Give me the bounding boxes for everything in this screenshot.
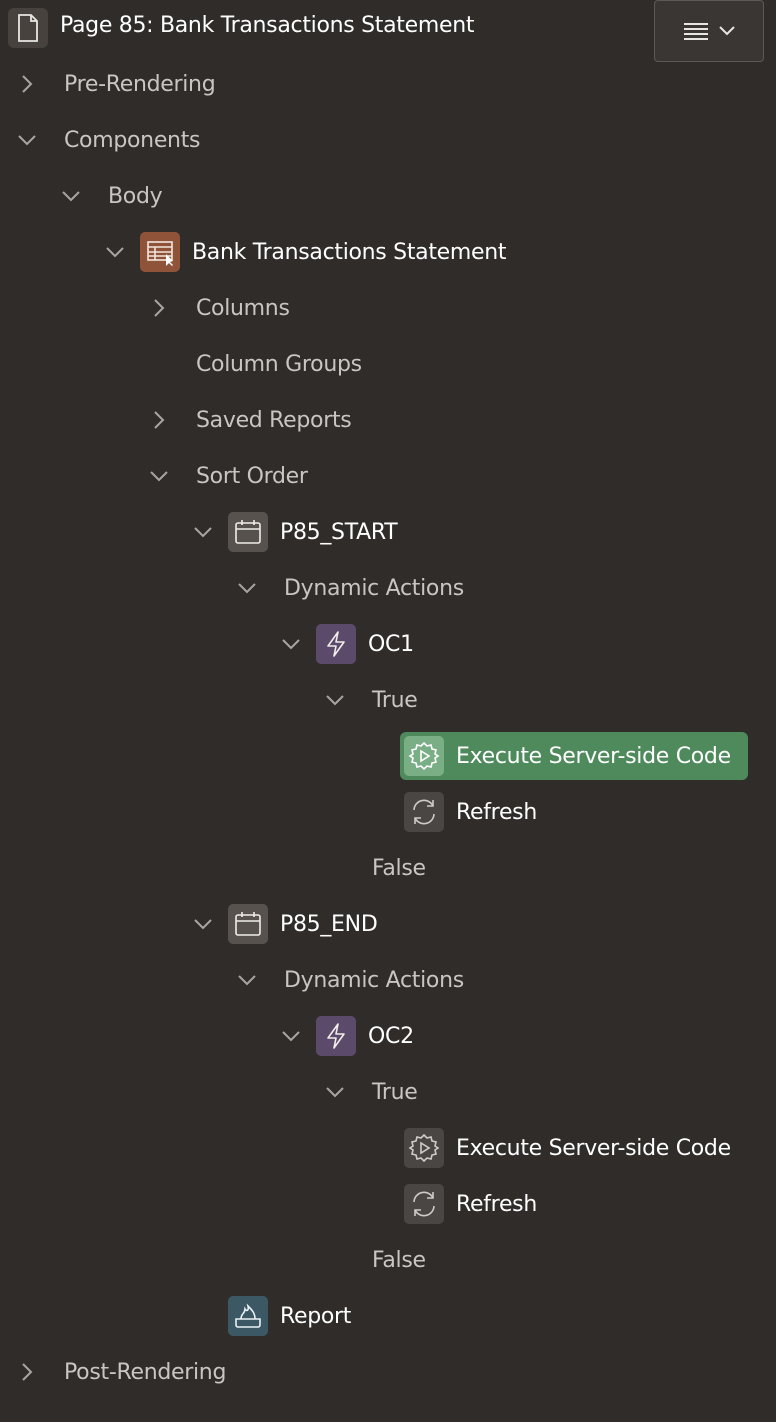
chevron-down-icon[interactable] (149, 466, 169, 486)
tree-node-false[interactable]: False (372, 1236, 426, 1284)
gear-play-icon (404, 736, 444, 776)
lightning-icon (316, 624, 356, 664)
chevron-down-icon[interactable] (193, 914, 213, 934)
chevron-down-icon[interactable] (325, 1082, 345, 1102)
tree-node-label: Column Groups (196, 351, 362, 377)
tree-node-label: Sort Order (196, 463, 308, 489)
tree-node-label: Saved Reports (196, 407, 352, 433)
tree-node-post-rendering[interactable]: Post-Rendering (64, 1348, 226, 1396)
tree-node-saved-reports[interactable]: Saved Reports (196, 396, 352, 444)
interactive-report-icon (140, 232, 180, 272)
tree-node-action-refresh[interactable]: Refresh (456, 1180, 537, 1228)
tree-node-label: Pre-Rendering (64, 71, 216, 97)
chevron-down-icon[interactable] (17, 130, 37, 150)
tree-node-true[interactable]: True (372, 676, 418, 724)
chevron-right-icon[interactable] (149, 298, 169, 318)
tree-node-label: Execute Server-side Code (456, 1135, 731, 1161)
tree-node-sort-order[interactable]: Sort Order (196, 452, 308, 500)
page-icon (8, 8, 48, 48)
gear-play-icon (404, 1128, 444, 1168)
tree-node-label: Execute Server-side Code (456, 743, 731, 769)
tree-node-pre-rendering[interactable]: Pre-Rendering (64, 60, 216, 108)
tree-node-dynamic-actions[interactable]: Dynamic Actions (284, 564, 464, 612)
calendar-icon (228, 904, 268, 944)
tree-node-body[interactable]: Body (108, 172, 163, 220)
tree-node-region[interactable]: Bank Transactions Statement (192, 228, 507, 276)
chevron-down-icon[interactable] (105, 242, 125, 262)
tree-node-label: Refresh (456, 1191, 537, 1217)
tree-node-columns[interactable]: Columns (196, 284, 290, 332)
tree-menu-button[interactable] (654, 0, 764, 62)
tree-node-action-execute-server-side-code[interactable]: Execute Server-side Code (456, 732, 731, 780)
tree-node-dynamic-action-oc2[interactable]: OC2 (368, 1012, 414, 1060)
chevron-down-icon[interactable] (281, 634, 301, 654)
chevron-down-icon[interactable] (193, 522, 213, 542)
page-header: Page 85: Bank Transactions Statement (0, 0, 776, 62)
tree-node-label: Columns (196, 295, 290, 321)
tree-node-label: Refresh (456, 799, 537, 825)
chevron-down-icon[interactable] (325, 690, 345, 710)
tree-node-item-p85-end[interactable]: P85_END (280, 900, 378, 948)
chevron-right-icon[interactable] (17, 74, 37, 94)
tree-node-label: OC2 (368, 1023, 414, 1049)
refresh-icon (404, 792, 444, 832)
page-title: Page 85: Bank Transactions Statement (60, 13, 475, 38)
chevron-down-icon[interactable] (61, 186, 81, 206)
chevron-down-icon[interactable] (281, 1026, 301, 1046)
tree-node-label: Report (280, 1303, 352, 1329)
chevron-right-icon[interactable] (149, 410, 169, 430)
calendar-icon (228, 512, 268, 552)
tree-node-label: Components (64, 127, 201, 153)
tree-node-report[interactable]: Report (280, 1292, 351, 1340)
report-icon (228, 1296, 268, 1336)
tree-node-label: True (372, 1079, 418, 1105)
tree-node-label: Bank Transactions Statement (192, 239, 507, 265)
refresh-icon (404, 1184, 444, 1224)
tree-node-label: Body (108, 183, 163, 209)
tree-node-label: False (372, 1247, 426, 1273)
tree-node-label: False (372, 855, 426, 881)
tree-node-column-groups[interactable]: Column Groups (196, 340, 362, 388)
chevron-right-icon[interactable] (17, 1362, 37, 1382)
chevron-down-icon[interactable] (237, 578, 257, 598)
tree-node-label: Post-Rendering (64, 1359, 227, 1385)
tree-node-label: Dynamic Actions (284, 967, 464, 993)
tree-node-label: OC1 (368, 631, 414, 657)
tree-node-item-p85-start[interactable]: P85_START (280, 508, 398, 556)
tree-node-label: P85_START (280, 519, 398, 545)
hamburger-icon (684, 23, 708, 40)
lightning-icon (316, 1016, 356, 1056)
tree-node-action-refresh[interactable]: Refresh (456, 788, 537, 836)
tree-node-label: P85_END (280, 911, 378, 937)
tree-node-action-execute-server-side-code[interactable]: Execute Server-side Code (456, 1124, 731, 1172)
chevron-down-icon[interactable] (237, 970, 257, 990)
tree-node-true[interactable]: True (372, 1068, 418, 1116)
tree-node-false[interactable]: False (372, 844, 426, 892)
tree-node-dynamic-actions[interactable]: Dynamic Actions (284, 956, 464, 1004)
tree-node-label: True (372, 687, 418, 713)
tree-node-components[interactable]: Components (64, 116, 200, 164)
tree-node-dynamic-action-oc1[interactable]: OC1 (368, 620, 414, 668)
chevron-down-icon (719, 26, 735, 36)
tree-node-label: Dynamic Actions (284, 575, 464, 601)
